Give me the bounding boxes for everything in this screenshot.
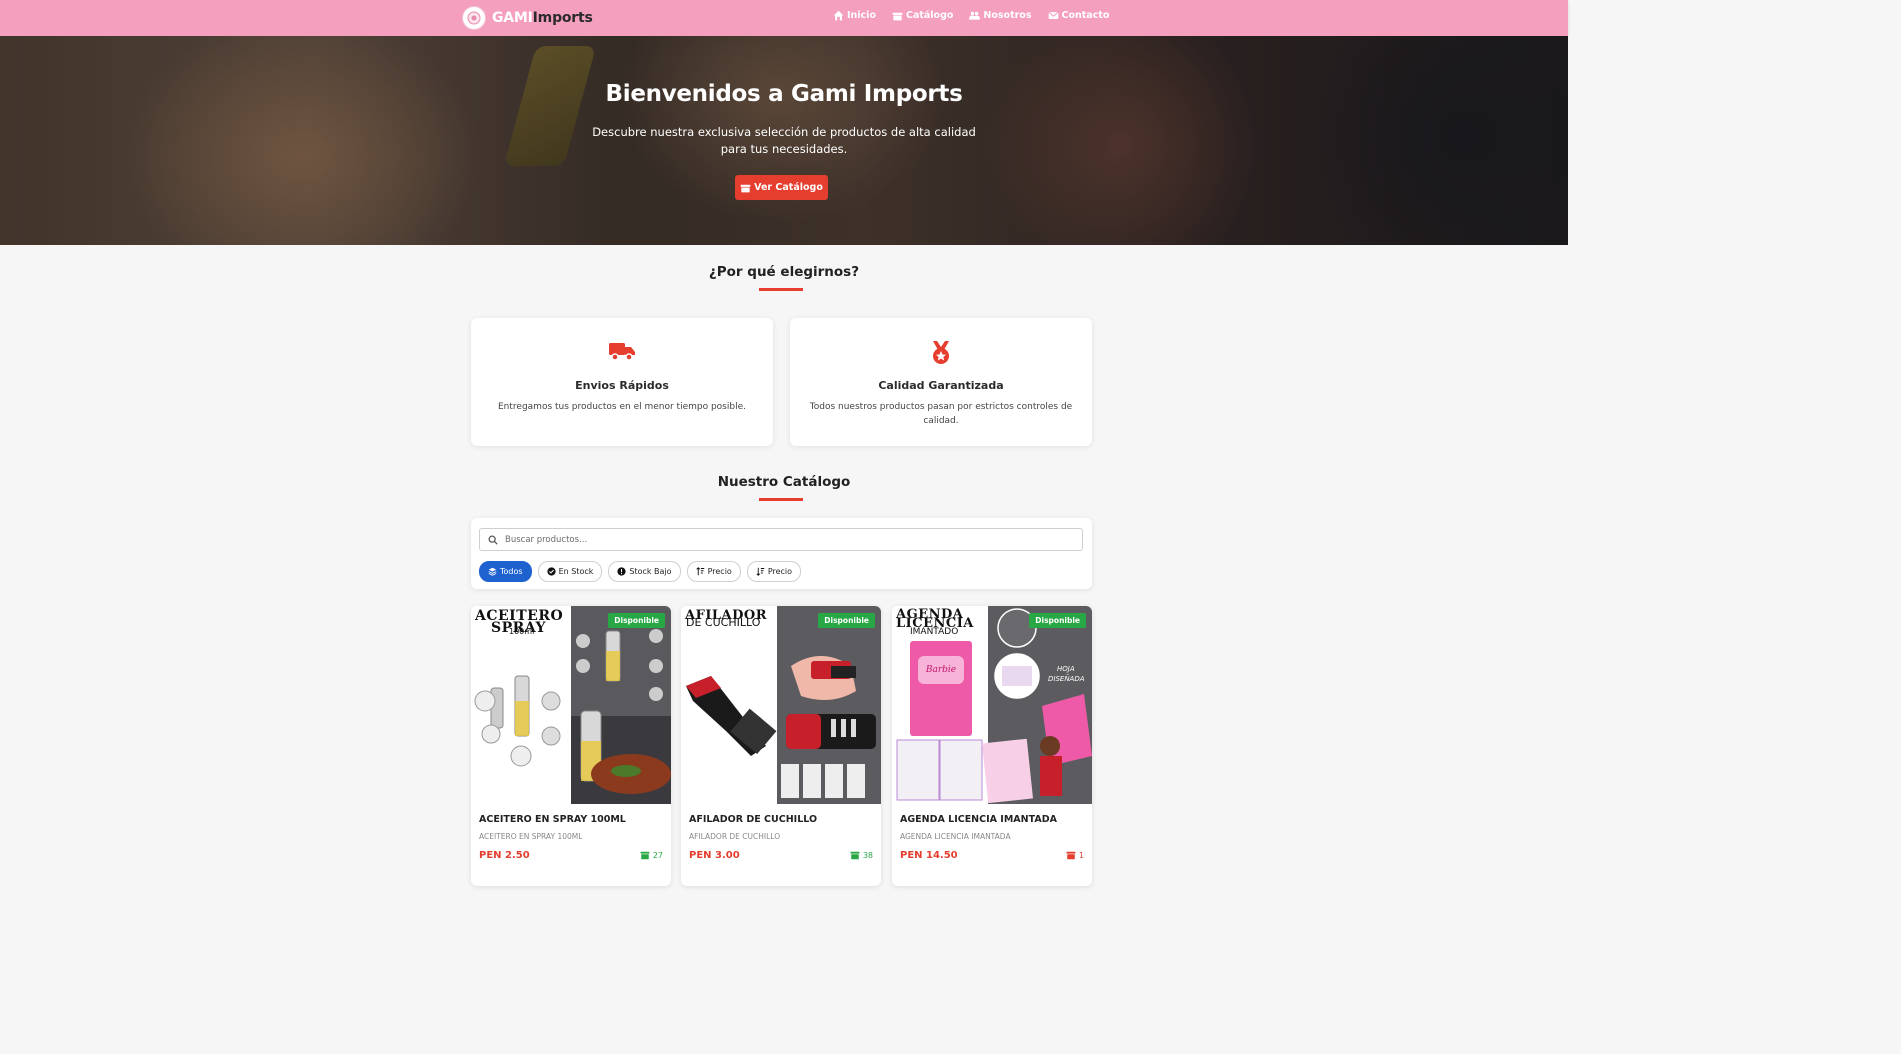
image-subtitle: IMANTADO (910, 627, 959, 637)
brand-logo-link[interactable]: GAMIImports (462, 5, 593, 31)
product-image: Barbie AGENDA LICENCIA IMANTADO HOJA DIS… (892, 606, 1092, 804)
check-circle-icon (546, 567, 556, 576)
product-stock-count: 1 (1078, 851, 1084, 860)
product-description: AFILADOR DE CUCHILLO (689, 832, 781, 841)
filter-todos-label: Todos (500, 567, 523, 576)
ver-catalogo-label: Ver Catálogo (754, 182, 823, 193)
box-icon (850, 851, 860, 860)
product-stock: 38 (850, 851, 873, 860)
product-description: AGENDA LICENCIA IMANTADA (900, 832, 1011, 841)
feature-description: Entregamos tus productos en el menor tie… (498, 402, 746, 412)
brand-name: GAMIImports (492, 10, 593, 26)
product-image: ACEITERO SPRAY 100ml Disponible (471, 606, 671, 804)
hero-section: Bienvenidos a Gami Imports Descubre nues… (0, 36, 1568, 245)
feature-card-quality: Calidad Garantizada Todos nuestros produ… (790, 318, 1092, 446)
image-note-line1: HOJA (1057, 665, 1075, 673)
availability-badge: Disponible (818, 613, 875, 628)
exclamation-circle-icon (617, 567, 626, 576)
search-field (479, 528, 1083, 551)
filter-stock-bajo[interactable]: Stock Bajo (608, 561, 681, 582)
nav-inicio[interactable]: Inicio (833, 10, 876, 21)
navbar: GAMIImports Inicio Catálogo Nosotros Con… (0, 0, 1568, 36)
search-icon (488, 535, 498, 545)
product-description: ACEITERO EN SPRAY 100ML (479, 832, 583, 841)
medal-icon (929, 340, 953, 370)
filter-precio-desc[interactable]: Precio (746, 561, 802, 582)
nav-menu: Inicio Catálogo Nosotros Contacto (833, 10, 1109, 21)
product-stock: 1 (1066, 851, 1084, 860)
product-card[interactable]: AFILADOR DE CUCHILLO Disponible AFILADOR… (681, 606, 881, 886)
image-note-line2: DISEÑADA (1048, 675, 1085, 683)
sort-up-icon (696, 567, 704, 576)
nav-inicio-label: Inicio (847, 10, 876, 21)
logo-icon (462, 6, 486, 30)
hero-subtitle: Descubre nuestra exclusiva selección de … (592, 125, 976, 156)
catalog-title: Nuestro Catálogo (717, 474, 851, 490)
product-price: PEN 3.00 (689, 850, 740, 861)
nav-nosotros-label: Nosotros (983, 10, 1032, 21)
nav-contacto[interactable]: Contacto (1047, 10, 1110, 21)
filter-en-stock-label: En Stock (558, 567, 594, 576)
nav-contacto-label: Contacto (1061, 10, 1110, 21)
why-title: ¿Por qué elegirnos? (708, 264, 860, 280)
product-price: PEN 14.50 (900, 850, 958, 861)
product-stock: 27 (640, 851, 663, 860)
box-icon (740, 184, 751, 193)
box-icon (892, 12, 903, 21)
image-subtitle: DE CUCHILLO (686, 616, 761, 629)
box-icon (640, 851, 650, 860)
filter-bar: Todos En Stock Stock Bajo Precio Precio (479, 561, 802, 582)
hero-title: Bienvenidos a Gami Imports (605, 81, 963, 107)
sort-down-icon (756, 567, 765, 576)
filter-precio-asc[interactable]: Precio (686, 561, 741, 582)
product-name: AFILADOR DE CUCHILLO (689, 814, 818, 825)
filter-stock-bajo-label: Stock Bajo (629, 567, 672, 576)
filter-precio-asc-label: Precio (707, 567, 732, 576)
nav-catalogo-label: Catálogo (905, 10, 954, 21)
product-price: PEN 2.50 (479, 850, 530, 861)
brand-part-2: Imports (532, 10, 593, 26)
search-panel: Todos En Stock Stock Bajo Precio Precio (471, 518, 1092, 589)
envelope-icon (1047, 11, 1059, 19)
feature-card-shipping: Envios Rápidos Entregamos tus productos … (471, 318, 773, 446)
why-title-underline (759, 288, 803, 291)
nav-nosotros[interactable]: Nosotros (969, 10, 1032, 21)
nav-catalogo[interactable]: Catálogo (892, 10, 953, 21)
brand-part-1: GAMI (492, 10, 533, 26)
svg-text:Barbie: Barbie (925, 665, 956, 675)
users-icon (969, 11, 981, 20)
product-card[interactable]: Barbie AGENDA LICENCIA IMANTADO HOJA DIS… (892, 606, 1092, 886)
filter-precio-desc-label: Precio (767, 567, 793, 576)
filter-en-stock[interactable]: En Stock (537, 561, 603, 582)
home-icon (833, 10, 844, 21)
availability-badge: Disponible (1029, 613, 1086, 628)
layers-icon (488, 567, 497, 576)
feature-description: Todos nuestros productos pasan por estri… (809, 402, 1073, 426)
filter-todos[interactable]: Todos (479, 561, 532, 582)
catalog-title-underline (759, 498, 803, 501)
image-subtitle: 100ml (509, 627, 535, 636)
product-name: AGENDA LICENCIA IMANTADA (900, 814, 1057, 825)
feature-title: Envios Rápidos (575, 379, 669, 392)
box-icon (1066, 851, 1076, 860)
feature-title: Calidad Garantizada (878, 379, 1004, 392)
product-name: ACEITERO EN SPRAY 100ML (479, 814, 626, 825)
product-stock-count: 38 (862, 851, 873, 860)
ver-catalogo-button[interactable]: Ver Catálogo (735, 175, 828, 200)
truck-icon (608, 340, 636, 366)
availability-badge: Disponible (608, 613, 665, 628)
product-stock-count: 27 (652, 851, 663, 860)
product-image: AFILADOR DE CUCHILLO Disponible (681, 606, 881, 804)
product-card[interactable]: ACEITERO SPRAY 100ml Disponible ACEITERO… (471, 606, 671, 886)
search-input[interactable] (503, 533, 1067, 546)
